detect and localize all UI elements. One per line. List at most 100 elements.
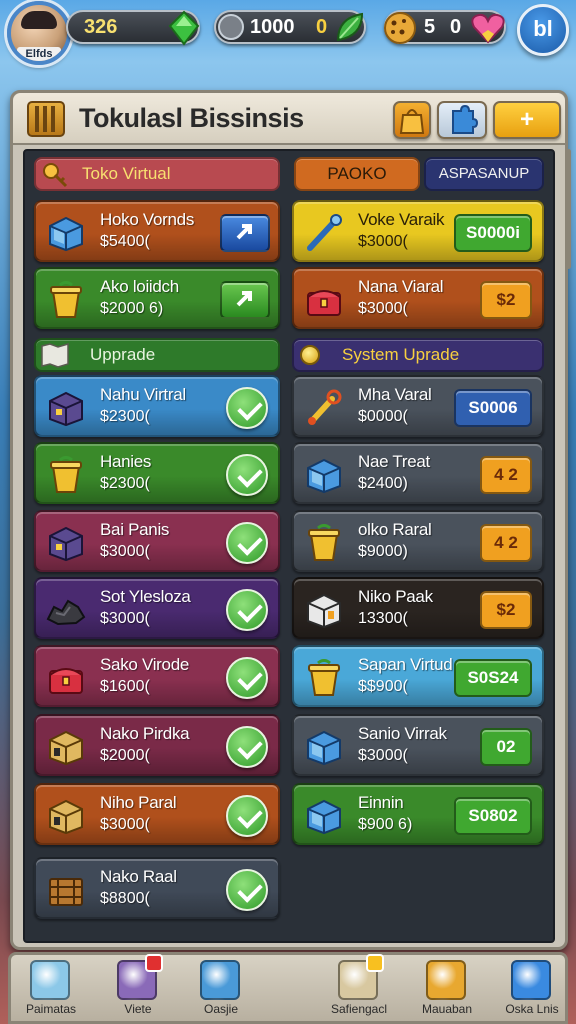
home-button[interactable]: bl [517, 4, 569, 56]
nav-oska-lnis[interactable]: Oska Lnis [497, 958, 567, 1018]
check-button[interactable] [226, 454, 268, 496]
blue-box-icon [304, 456, 344, 494]
price-action-button[interactable]: $2 [480, 281, 532, 319]
left-item-card[interactable]: Nako Raal $8800( [34, 857, 280, 919]
tab-paoko[interactable]: PAOKO [294, 157, 420, 191]
nav-safiengacl[interactable]: Safiengacl [324, 954, 394, 1018]
notification-badge-icon [366, 954, 384, 972]
check-button[interactable] [226, 795, 268, 837]
right-item-card[interactable]: Einnin $900 6) S0802 [292, 783, 544, 845]
blue-box-icon [46, 214, 86, 252]
item-price: $0000( [358, 408, 408, 425]
nav-paimatas[interactable]: Paimatas [16, 958, 86, 1018]
left-item-card[interactable]: Nahu Virtral $2300( [34, 375, 280, 437]
price-action-button[interactable]: S0006 [454, 389, 532, 427]
add-button[interactable]: + [493, 101, 561, 139]
resource-counter-coins[interactable]: 1000 0 [214, 10, 366, 44]
right-item-card[interactable]: olko Raral $9000) 4 2 [292, 510, 544, 572]
system-upgrade-header[interactable]: System Uprade [292, 338, 544, 372]
player-avatar[interactable]: Elfds [7, 1, 71, 65]
right-item-card[interactable]: Sanio Virrak $3000( 02 [292, 714, 544, 776]
price-action-button[interactable]: 4 2 [480, 456, 532, 494]
item-price: $9000) [358, 543, 408, 560]
avatar-hair [21, 11, 57, 29]
price-action-button[interactable]: 02 [480, 728, 532, 766]
price-action-button[interactable]: $2 [480, 591, 532, 629]
price-action-button[interactable]: S0S24 [454, 659, 532, 697]
nav-label: Oska Lnis [505, 1002, 559, 1016]
item-price: $3000( [100, 816, 150, 833]
yellow-bin-icon [46, 281, 86, 319]
left-item-card[interactable]: Nako Pirdka $2000( [34, 714, 280, 776]
item-name: Sako Virode [100, 655, 190, 674]
check-button[interactable] [226, 387, 268, 429]
nav-viete[interactable]: Viete [103, 954, 173, 1018]
left-item-card[interactable]: Hoko Vornds $5400( [34, 200, 280, 262]
leaf-icon [336, 12, 364, 42]
nav-label: Paimatas [25, 1002, 77, 1016]
left-item-card[interactable]: Ako loiidch $2000 6) [34, 267, 280, 329]
resource-counter-cookies[interactable]: 5 0 [384, 10, 506, 44]
right-item-card[interactable]: Nae Treat $2400) 4 2 [292, 442, 544, 504]
price-action-button[interactable]: S0802 [454, 797, 532, 835]
right-item-card[interactable]: Mha Varal $0000( S0006 [292, 375, 544, 437]
upgrade-header[interactable]: Upprade [34, 338, 280, 372]
left-item-card[interactable]: Niho Paral $3000( [34, 783, 280, 845]
item-price: $3000( [358, 747, 408, 764]
cookie-icon [384, 12, 416, 44]
right-item-card[interactable]: Voke Varaik $3000(S0000i [292, 200, 544, 262]
puzzle-button[interactable] [437, 101, 487, 139]
blue-box-icon [304, 797, 344, 835]
toko-virtual-header[interactable]: Toko Virtual [34, 157, 280, 191]
item-price: $900 6) [358, 816, 413, 833]
price-action-button[interactable]: 4 2 [480, 524, 532, 562]
item-name: Hoko Vornds [100, 210, 195, 229]
chest-icon [426, 960, 466, 1000]
rock-icon [46, 591, 86, 629]
item-name: Nako Raal [100, 867, 177, 886]
yellow-tool-icon [304, 389, 344, 427]
item-name: Mha Varal [358, 385, 432, 404]
coin-count: 1000 [250, 16, 295, 38]
item-price: $2000 6) [100, 300, 164, 317]
item-name: Bai Panis [100, 520, 170, 539]
price-action-button[interactable]: S0000i [454, 214, 532, 252]
resource-counter-gems[interactable]: 326 [66, 10, 200, 46]
check-button[interactable] [226, 522, 268, 564]
scrollbar[interactable] [566, 149, 571, 269]
right-item-card[interactable]: Sapan Virtud $$900(S0S24 [292, 645, 544, 707]
red-chest-icon [304, 281, 344, 319]
nav-oasjie[interactable]: Oasjie [186, 958, 256, 1018]
check-button[interactable] [226, 589, 268, 631]
item-price: $2000( [100, 747, 150, 764]
left-item-card[interactable]: Hanies $2300( [34, 442, 280, 504]
check-button[interactable] [226, 726, 268, 768]
item-name: Hanies [100, 452, 152, 471]
bag-button[interactable] [393, 101, 431, 139]
right-item-card[interactable]: Niko Paak 13300($2 [292, 577, 544, 639]
check-button[interactable] [226, 657, 268, 699]
expand-button[interactable] [220, 281, 270, 319]
right-item-card[interactable]: Nana Viaral $3000($2 [292, 267, 544, 329]
check-button[interactable] [226, 869, 268, 911]
item-name: Sanio Virrak [358, 724, 447, 743]
cube-icon [200, 960, 240, 1000]
coin-suffix: 0 [316, 16, 328, 38]
chest-icon [27, 101, 65, 137]
item-price: $2300( [100, 475, 150, 492]
nav-mauaban[interactable]: Mauaban [412, 958, 482, 1018]
expand-button[interactable] [220, 214, 270, 252]
item-price: 13300( [358, 610, 408, 627]
top-bar: Elfds 326 1000 0 5 0 bl [0, 0, 576, 65]
left-item-card[interactable]: Bai Panis $3000( [34, 510, 280, 572]
crate-icon [46, 871, 86, 909]
item-price: $8800( [100, 890, 150, 907]
item-name: Nako Pirdka [100, 724, 190, 743]
left-item-card[interactable]: Sot Ylesloza $3000( [34, 577, 280, 639]
green-gem-icon [168, 10, 200, 46]
left-item-card[interactable]: Sako Virode $1600( [34, 645, 280, 707]
item-price: $1600( [100, 678, 150, 695]
tab-aspasanup[interactable]: ASPASANUP [424, 157, 544, 191]
item-name: Niho Paral [100, 793, 177, 812]
nav-label: Viete [124, 1002, 152, 1016]
